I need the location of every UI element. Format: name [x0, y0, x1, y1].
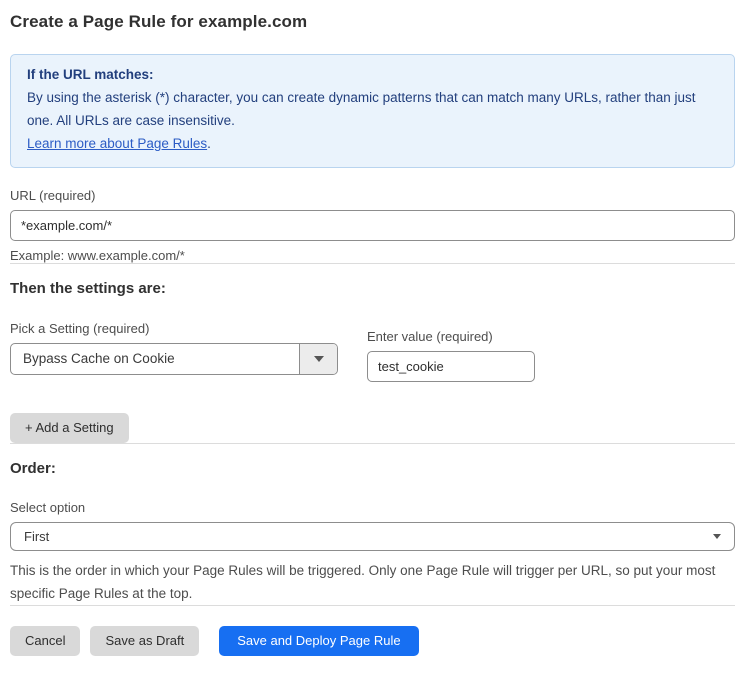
setting-select-arrow-button[interactable] [299, 344, 337, 374]
divider [10, 263, 735, 264]
url-field-label: URL (required) [10, 188, 735, 203]
create-page-rule-form: Create a Page Rule for example.com If th… [0, 0, 750, 656]
settings-section-heading: Then the settings are: [10, 280, 735, 297]
setting-select-column: Pick a Setting (required) Bypass Cache o… [10, 321, 338, 375]
url-field-helper: Example: www.example.com/* [10, 248, 735, 263]
info-box-body: By using the asterisk (*) character, you… [27, 86, 718, 132]
divider [10, 443, 735, 444]
info-box-heading: If the URL matches: [27, 63, 718, 86]
save-and-deploy-button[interactable]: Save and Deploy Page Rule [219, 626, 418, 656]
order-select-label: Select option [10, 500, 735, 515]
order-helper-text: This is the order in which your Page Rul… [10, 559, 735, 605]
setting-value-input[interactable] [367, 351, 535, 382]
add-setting-button[interactable]: + Add a Setting [10, 413, 129, 443]
chevron-down-icon [713, 534, 721, 539]
page-title: Create a Page Rule for example.com [10, 12, 735, 32]
form-actions: Cancel Save as Draft Save and Deploy Pag… [10, 626, 735, 656]
order-section-heading: Order: [10, 460, 735, 477]
setting-select-label: Pick a Setting (required) [10, 321, 338, 336]
learn-more-link[interactable]: Learn more about Page Rules [27, 136, 207, 151]
setting-select-value: Bypass Cache on Cookie [11, 344, 299, 374]
divider [10, 605, 735, 606]
setting-value-column: Enter value (required) [367, 329, 535, 382]
chevron-down-icon [314, 356, 324, 362]
cancel-button[interactable]: Cancel [10, 626, 80, 656]
order-select[interactable]: First [10, 522, 735, 551]
info-box-link-line: Learn more about Page Rules. [27, 132, 718, 155]
order-select-value: First [24, 529, 49, 544]
url-input[interactable] [10, 210, 735, 241]
url-section: URL (required) Example: www.example.com/… [10, 188, 735, 263]
settings-row: Pick a Setting (required) Bypass Cache o… [10, 321, 735, 382]
link-suffix: . [207, 136, 211, 151]
url-matches-info-box: If the URL matches: By using the asteris… [10, 54, 735, 168]
setting-select[interactable]: Bypass Cache on Cookie [10, 343, 338, 375]
setting-value-label: Enter value (required) [367, 329, 535, 344]
save-as-draft-button[interactable]: Save as Draft [90, 626, 199, 656]
